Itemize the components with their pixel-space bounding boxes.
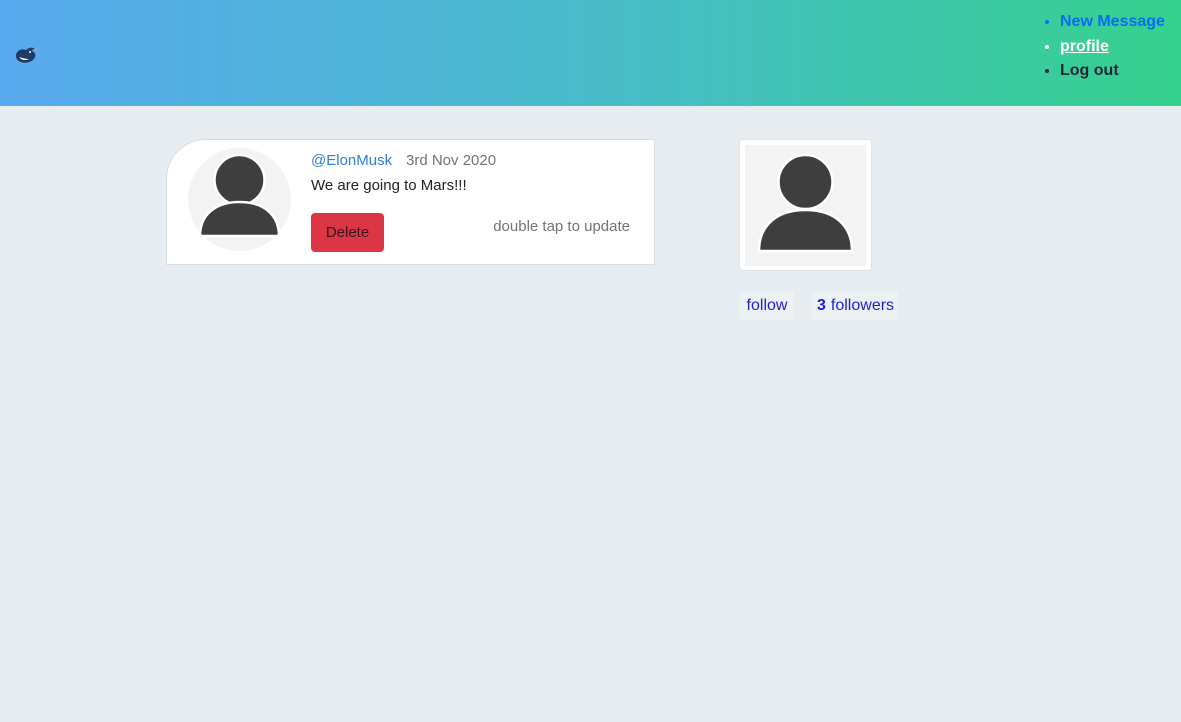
follow-button[interactable]: follow	[740, 292, 794, 320]
app-header: New Message profile Log out	[0, 0, 1181, 106]
message-card[interactable]: @ElonMusk 3rd Nov 2020 We are going to M…	[166, 139, 655, 265]
header-nav: New Message profile Log out	[1040, 10, 1165, 84]
message-date: 3rd Nov 2020	[406, 152, 497, 169]
message-author-link[interactable]: @ElonMusk	[311, 152, 392, 169]
followers-label: followers	[830, 297, 895, 314]
message-text[interactable]: We are going to Mars!!!	[311, 177, 467, 194]
update-hint: double tap to update	[493, 218, 630, 235]
delete-button[interactable]: Delete	[311, 213, 384, 252]
nav-new-message[interactable]: New Message	[1060, 10, 1165, 35]
nav-profile[interactable]: profile	[1060, 35, 1165, 60]
user-avatar-icon	[745, 145, 866, 266]
profile-avatar	[739, 139, 872, 271]
followers-link[interactable]: 3 followers	[812, 292, 899, 320]
bird-logo-icon[interactable]	[13, 44, 39, 66]
followers-count: 3	[817, 297, 826, 314]
user-avatar-icon	[188, 148, 291, 251]
nav-logout[interactable]: Log out	[1060, 59, 1165, 84]
